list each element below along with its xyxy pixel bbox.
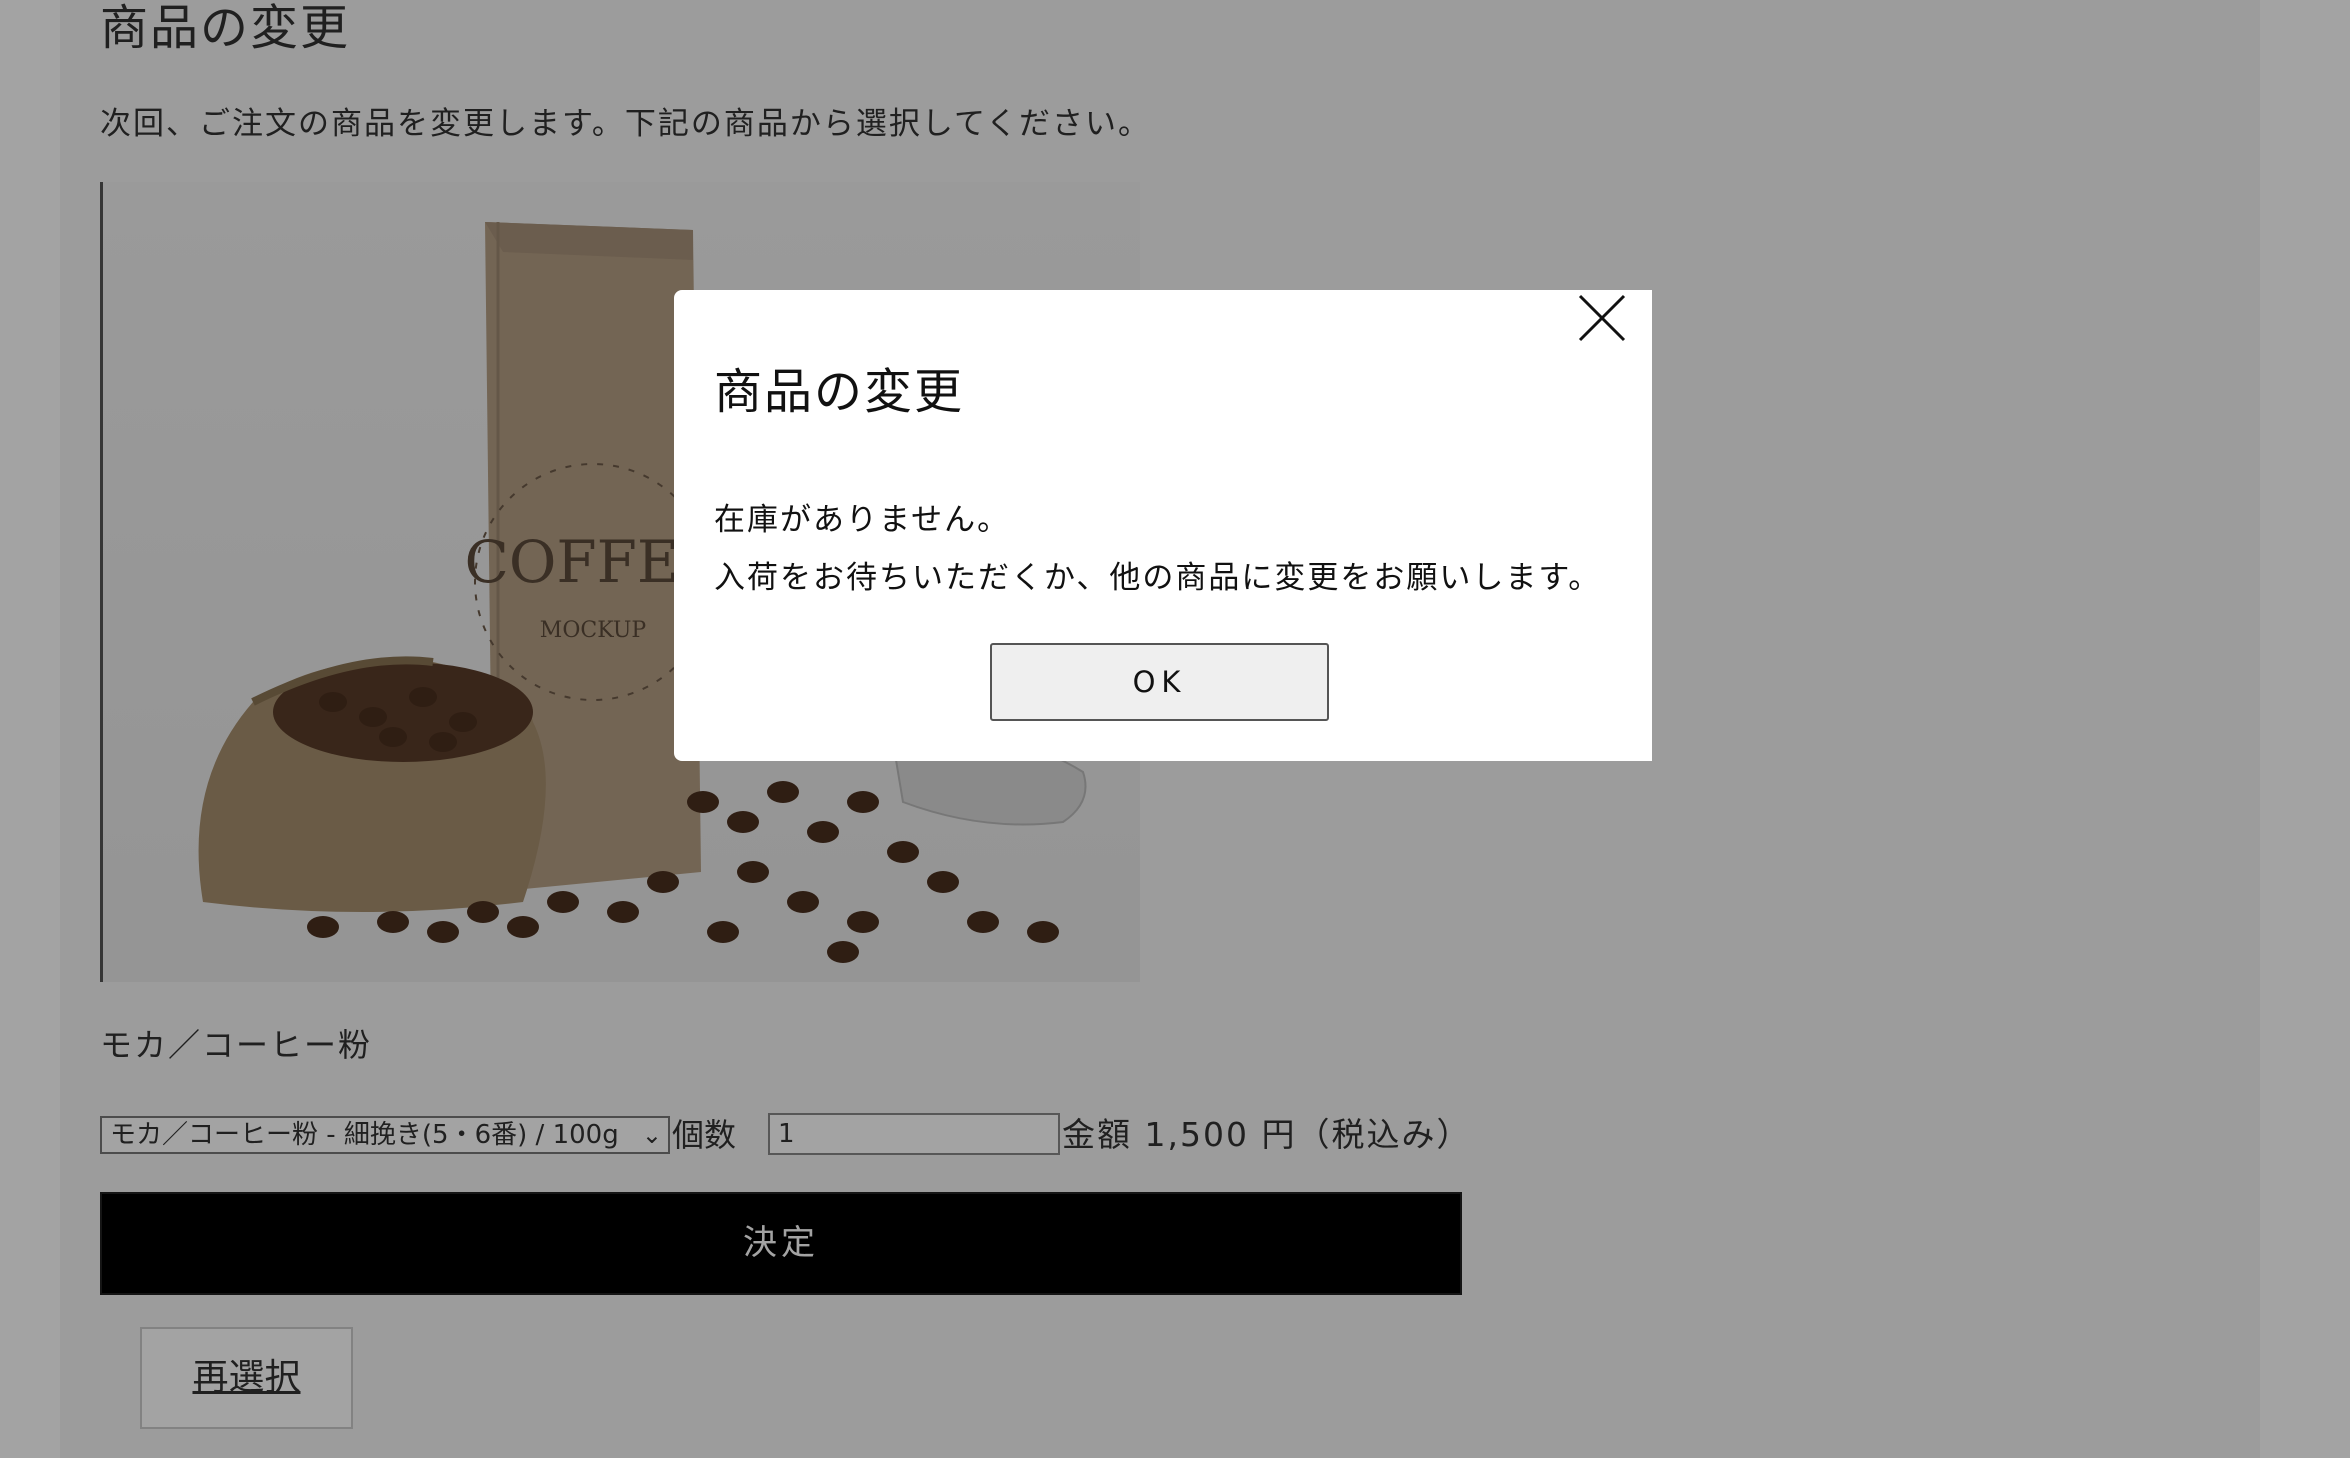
modal-dialog: 商品の変更 在庫がありません。 入荷をお待ちいただくか、他の商品に変更をお願いし… xyxy=(674,290,1652,761)
ok-button[interactable]: OK xyxy=(990,643,1329,721)
modal-message-line1: 在庫がありません。 xyxy=(714,502,1011,538)
modal-title: 商品の変更 xyxy=(714,364,965,420)
close-icon[interactable] xyxy=(1566,290,1626,350)
modal-message-line2: 入荷をお待ちいただくか、他の商品に変更をお願いします。 xyxy=(714,560,1602,596)
